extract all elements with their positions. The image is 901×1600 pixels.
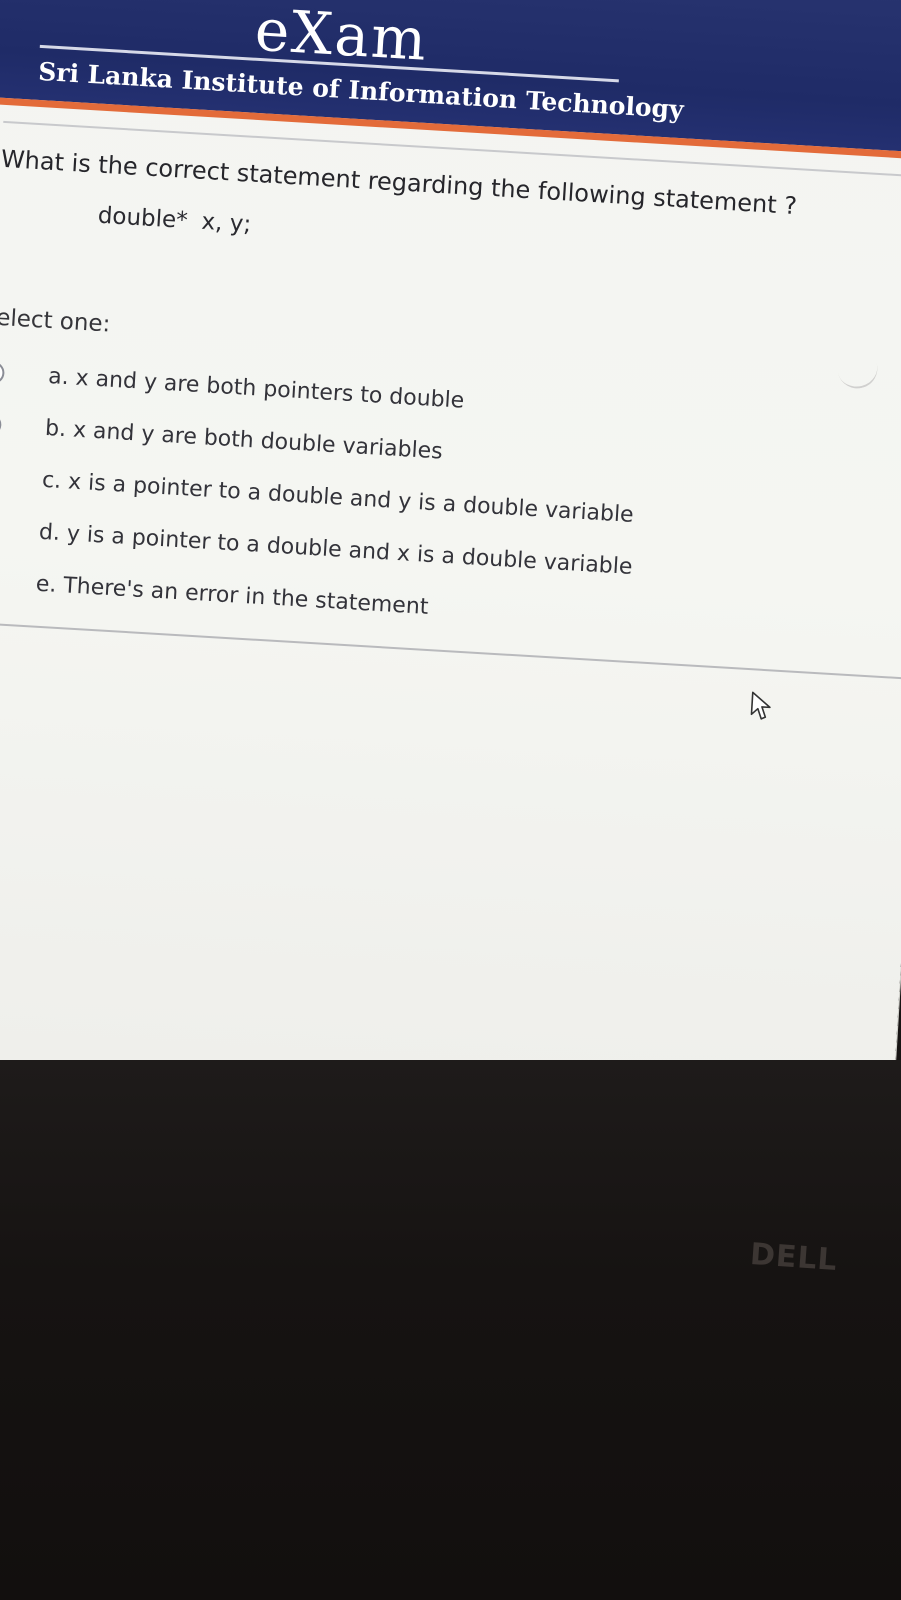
question-card: What is the correct statement regarding … bbox=[0, 120, 901, 739]
radio-button-icon[interactable] bbox=[0, 361, 6, 385]
monitor-brand-logo: DELL bbox=[748, 1236, 839, 1279]
answer-option-label: a. x and y are both pointers to double bbox=[47, 363, 465, 414]
monitor-screen: eXam Sri Lanka Institute of Information … bbox=[0, 0, 901, 1178]
answer-option-label: b. x and y are both double variables bbox=[44, 415, 444, 465]
radio-button-icon[interactable] bbox=[0, 413, 2, 437]
question-bottom-divider bbox=[0, 620, 901, 680]
flag-mark-icon bbox=[837, 361, 882, 393]
monitor-bezel bbox=[0, 1060, 901, 1600]
answer-option-label: e. There's an error in the statement bbox=[35, 571, 430, 620]
mouse-cursor-icon bbox=[750, 691, 771, 720]
code-variables: x, y; bbox=[200, 208, 252, 238]
code-type: double* bbox=[97, 202, 189, 234]
photo-frame: eXam Sri Lanka Institute of Information … bbox=[0, 0, 901, 1600]
select-one-label: Select one: bbox=[0, 303, 112, 338]
code-statement: double* x, y; bbox=[97, 203, 252, 238]
